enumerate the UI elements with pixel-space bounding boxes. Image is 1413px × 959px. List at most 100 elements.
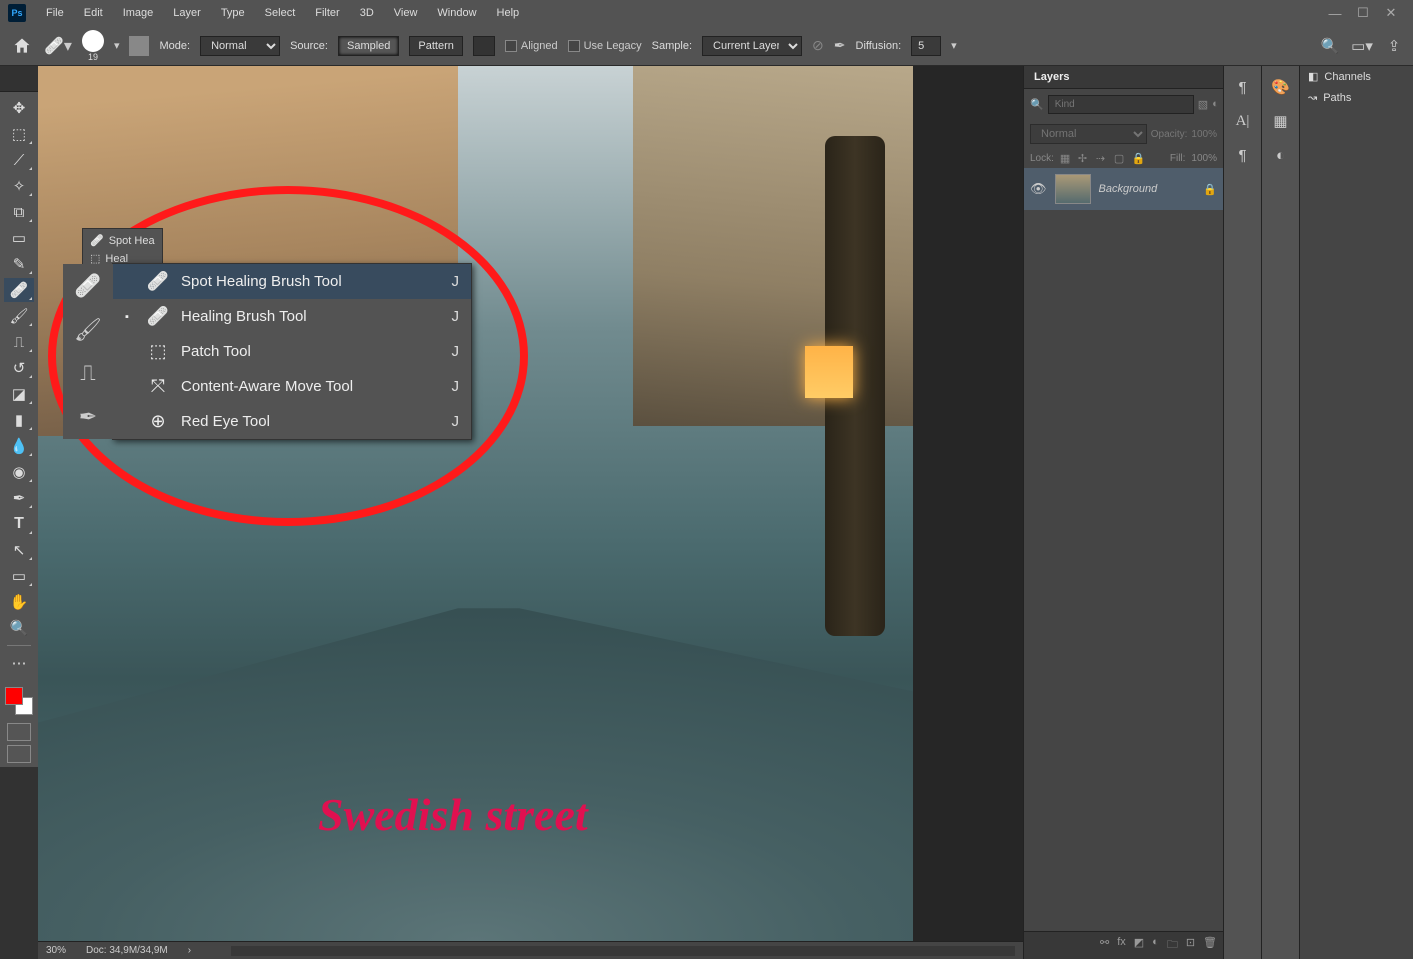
maximize-button[interactable]: ☐ (1357, 7, 1369, 19)
blur-tool[interactable]: 💧 (4, 434, 34, 458)
zoom-level[interactable]: 30% (46, 945, 66, 956)
legacy-checkbox[interactable]: Use Legacy (568, 40, 642, 52)
blend-mode-select[interactable]: Normal (1030, 124, 1147, 144)
lasso-tool[interactable]: ⟋ (4, 148, 34, 172)
canvas[interactable]: Swedish street (38, 66, 913, 941)
lock-all-icon[interactable]: 🔒 (1132, 152, 1144, 164)
filter-image-icon[interactable]: ▧ (1198, 98, 1208, 112)
hand-tool[interactable]: ✋ (4, 590, 34, 614)
menu-file[interactable]: File (38, 5, 72, 21)
glyphs-icon[interactable]: A| (1232, 110, 1254, 132)
menu-3d[interactable]: 3D (352, 5, 382, 21)
delete-layer-icon[interactable]: 🗑 (1203, 936, 1217, 955)
edit-toolbar[interactable]: ⋯ (4, 651, 34, 675)
mini-flyout-item[interactable]: 🩹Spot Hea (87, 233, 158, 248)
layer-filter-input[interactable] (1048, 95, 1194, 114)
healing-brush-tool[interactable]: 🩹 (4, 278, 34, 302)
layers-tab[interactable]: Layers (1024, 66, 1223, 89)
doc-size[interactable]: Doc: 34,9M/34,9M (86, 945, 168, 956)
workspace-icon[interactable]: ▭▾ (1353, 37, 1371, 55)
pattern-swatch[interactable] (473, 36, 495, 56)
home-icon[interactable] (10, 34, 34, 58)
group-icon[interactable]: 🗀 (1167, 936, 1178, 955)
flyout-patch[interactable]: ⬚ Patch Tool J (113, 334, 471, 369)
menu-window[interactable]: Window (429, 5, 484, 21)
close-button[interactable]: ✕ (1385, 7, 1397, 19)
layer-style-icon[interactable]: fx (1117, 936, 1126, 955)
filter-adjust-icon[interactable]: ◐ (1212, 98, 1219, 112)
pattern-button[interactable]: Pattern (409, 36, 462, 56)
move-tool[interactable]: ✥ (4, 96, 34, 120)
crop-tool[interactable]: ⧉ (4, 200, 34, 224)
character-icon[interactable]: ¶ (1232, 76, 1254, 98)
lock-icon[interactable]: ⇢ (1096, 152, 1108, 164)
magic-wand-tool[interactable]: ✧ (4, 174, 34, 198)
menu-type[interactable]: Type (213, 5, 253, 21)
screen-mode-toggle[interactable] (7, 745, 31, 763)
layer-thumbnail[interactable] (1055, 174, 1091, 204)
lock-artboard-icon[interactable]: ▢ (1114, 152, 1126, 164)
menu-help[interactable]: Help (489, 5, 528, 21)
share-icon[interactable]: ⇪ (1385, 37, 1403, 55)
pen-tool[interactable]: ✒ (4, 486, 34, 510)
type-tool[interactable]: T (4, 512, 34, 536)
mode-select[interactable]: Normal (200, 36, 280, 56)
chevron-down-icon[interactable]: ▾ (114, 39, 120, 52)
layer-mask-icon[interactable]: ◩ (1134, 936, 1144, 955)
menu-view[interactable]: View (386, 5, 426, 21)
dodge-tool[interactable]: ◉ (4, 460, 34, 484)
menu-filter[interactable]: Filter (307, 5, 347, 21)
menu-layer[interactable]: Layer (165, 5, 209, 21)
lock-icon[interactable]: 🔒 (1203, 183, 1217, 196)
channels-tab[interactable]: ◧ Channels (1300, 66, 1413, 87)
tablet-pressure-icon[interactable] (129, 36, 149, 56)
flyout-healing-brush[interactable]: ▪ 🩹 Healing Brush Tool J (113, 299, 471, 334)
paragraph-icon[interactable]: ¶ (1232, 144, 1254, 166)
menu-select[interactable]: Select (257, 5, 304, 21)
bandage-icon[interactable]: 🩹▾ (44, 36, 72, 56)
link-layers-icon[interactable]: ⚯ (1100, 936, 1109, 955)
lock-pixels-icon[interactable]: ▦ (1060, 152, 1072, 164)
quick-mask-toggle[interactable] (7, 723, 31, 741)
paths-tab[interactable]: ↝ Paths (1300, 87, 1413, 108)
eraser-tool[interactable]: ◪ (4, 382, 34, 406)
sampled-button[interactable]: Sampled (338, 36, 399, 56)
layer-row[interactable]: 👁 Background 🔒 (1024, 168, 1223, 210)
minimize-button[interactable]: — (1329, 7, 1341, 19)
eyedropper-tool[interactable]: ✎ (4, 252, 34, 276)
horizontal-scrollbar[interactable] (231, 946, 1015, 956)
new-layer-icon[interactable]: ⊡ (1186, 936, 1195, 955)
foreground-color[interactable] (5, 687, 23, 705)
swatches-panel-icon[interactable]: ▦ (1270, 110, 1292, 132)
shape-tool[interactable]: ▭ (4, 564, 34, 588)
color-swatches[interactable] (5, 687, 33, 715)
flyout-red-eye[interactable]: ⊕ Red Eye Tool J (113, 404, 471, 439)
color-panel-icon[interactable]: 🎨 (1270, 76, 1292, 98)
menu-image[interactable]: Image (115, 5, 162, 21)
path-selection-tool[interactable]: ↖ (4, 538, 34, 562)
ignore-adjustment-icon[interactable]: ⊘ (812, 37, 824, 54)
pressure-size-icon[interactable]: ✒ (834, 37, 846, 54)
adjustment-layer-icon[interactable]: ◐ (1152, 936, 1159, 955)
diffusion-input[interactable] (911, 36, 941, 56)
chevron-right-icon[interactable]: › (188, 945, 191, 956)
clone-stamp-tool[interactable]: ⎍ (4, 330, 34, 354)
brush-tool[interactable]: 🖌 (4, 304, 34, 328)
adjustments-panel-icon[interactable]: ◐ (1270, 144, 1292, 166)
flyout-content-aware-move[interactable]: ⤧ Content-Aware Move Tool J (113, 369, 471, 404)
history-brush-tool[interactable]: ↺ (4, 356, 34, 380)
visibility-icon[interactable]: 👁 (1030, 181, 1047, 197)
sample-select[interactable]: Current Layer (702, 36, 802, 56)
layer-name[interactable]: Background (1099, 183, 1196, 195)
frame-tool[interactable]: ▭ (4, 226, 34, 250)
lock-position-icon[interactable]: ✢ (1078, 152, 1090, 164)
search-icon[interactable]: 🔍 (1321, 37, 1339, 55)
zoom-tool[interactable]: 🔍 (4, 616, 34, 640)
aligned-checkbox[interactable]: Aligned (505, 40, 558, 52)
brush-preview[interactable]: 19 (82, 30, 104, 62)
menu-edit[interactable]: Edit (76, 5, 111, 21)
chevron-down-icon[interactable]: ▾ (951, 39, 957, 52)
flyout-spot-healing[interactable]: 🩹 Spot Healing Brush Tool J (113, 264, 471, 299)
marquee-tool[interactable]: ⬚ (4, 122, 34, 146)
gradient-tool[interactable]: ▮ (4, 408, 34, 432)
